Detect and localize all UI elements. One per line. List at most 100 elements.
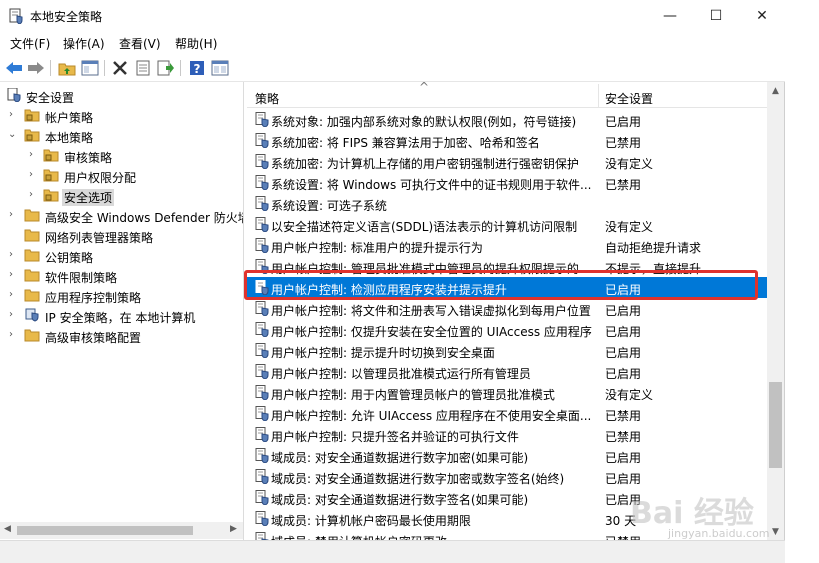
policy-row[interactable]: 用户帐户控制: 将文件和注册表写入错误虚拟化到每用户位置 已启用 (247, 298, 767, 319)
expand-arrow-icon[interactable]: › (9, 269, 19, 281)
policy-setting: 已启用 (605, 325, 642, 339)
scrollbar-thumb[interactable] (769, 382, 782, 468)
menu-bar: 文件(F) 操作(A) 查看(V) 帮助(H) (0, 32, 785, 54)
tree-item-audit-policy[interactable]: › 审核策略 (0, 146, 243, 166)
policy-setting: 已禁用 (605, 136, 642, 150)
expand-arrow-icon[interactable]: › (9, 309, 19, 321)
policy-row[interactable]: 用户帐户控制: 标准用户的提升提示行为 自动拒绝提升请求 (247, 235, 767, 256)
policy-row[interactable]: 系统加密: 为计算机上存储的用户密钥强制进行强密钥保护 没有定义 (247, 151, 767, 172)
policy-item-icon (255, 217, 269, 232)
policy-row[interactable]: 用户帐户控制: 用于内置管理员帐户的管理员批准模式 没有定义 (247, 382, 767, 403)
policy-setting: 已禁用 (605, 533, 641, 540)
show-hide-tree-button[interactable] (80, 58, 100, 78)
policy-row[interactable]: 域成员: 对安全通道数据进行数字加密(如果可能) 已启用 (247, 445, 767, 466)
policy-setting: 没有定义 (605, 157, 654, 171)
tree-item-network-list-manager[interactable]: 网络列表管理器策略 (0, 226, 243, 246)
folder-lock-icon (43, 149, 59, 162)
tree-item-account-policies[interactable]: › 帐户策略 (0, 106, 243, 126)
policy-name: 以安全描述符定义语言(SDDL)语法表示的计算机访问限制 (271, 220, 578, 234)
folder-icon (24, 289, 40, 302)
scroll-right-icon[interactable]: ▶ (230, 524, 237, 534)
expand-arrow-icon[interactable]: › (29, 149, 39, 161)
tree-item-windows-defender-firewall[interactable]: › 高级安全 Windows Defender 防火墙 (0, 206, 244, 226)
policy-item-icon (255, 385, 269, 400)
tree-item-label: 高级安全 Windows Defender 防火墙 (45, 211, 244, 225)
minimize-button[interactable]: — (647, 0, 693, 32)
tree-item-label: IP 安全策略，在 本地计算机 (45, 311, 196, 325)
column-header-setting[interactable]: 安全设置 (605, 90, 653, 107)
scrollbar-thumb[interactable] (17, 526, 193, 535)
policy-row[interactable]: 用户帐户控制: 只提升签名并验证的可执行文件 已禁用 (247, 424, 767, 445)
expand-arrow-icon[interactable]: › (29, 189, 39, 201)
app-shield-icon (9, 8, 23, 24)
collapse-arrow-icon[interactable]: ⌄ (8, 129, 18, 141)
policy-item-icon (255, 238, 269, 253)
policy-name: 用户帐户控制: 标准用户的提升提示行为 (271, 241, 483, 255)
maximize-button[interactable]: ☐ (693, 0, 739, 32)
policy-name: 用户帐户控制: 允许 UIAccess 应用程序在不使用安全桌面... (271, 409, 592, 423)
folder-icon (24, 329, 40, 342)
status-bar (0, 540, 785, 563)
policy-setting: 已启用 (605, 367, 642, 381)
policy-row[interactable]: 域成员: 对安全通道数据进行数字加密或数字签名(始终) 已启用 (247, 466, 767, 487)
local-security-policy-window: 本地安全策略 — ☐ ✕ 文件(F) 操作(A) 查看(V) 帮助(H) ? 安… (0, 0, 785, 563)
menu-file[interactable]: 文件(F) (10, 35, 50, 52)
tree-item-ip-security[interactable]: › IP 安全策略，在 本地计算机 (0, 306, 243, 326)
expand-arrow-icon[interactable]: › (9, 109, 19, 121)
column-header-policy[interactable]: 策略 (255, 90, 279, 107)
folder-icon (24, 229, 40, 242)
tree-item-application-control[interactable]: › 应用程序控制策略 (0, 286, 243, 306)
close-button[interactable]: ✕ (739, 0, 785, 32)
tree-item-public-key-policies[interactable]: › 公钥策略 (0, 246, 243, 266)
expand-arrow-icon[interactable]: › (9, 289, 19, 301)
scroll-left-icon[interactable]: ◀ (4, 524, 11, 534)
expand-arrow-icon[interactable]: › (9, 329, 19, 341)
watermark: Bai 经验 (630, 496, 754, 531)
watermark-url: jingyan.baidu.com (668, 527, 770, 540)
policy-row[interactable]: 用户帐户控制: 仅提升安装在安全位置的 UIAccess 应用程序 已启用 (247, 319, 767, 340)
policy-name: 域成员: 对安全通道数据进行数字加密(如果可能) (271, 451, 529, 465)
column-divider[interactable] (598, 84, 599, 108)
tree-item-advanced-audit[interactable]: › 高级审核策略配置 (0, 326, 243, 346)
view-button[interactable] (210, 58, 230, 78)
policy-name: 系统对象: 加强内部系统对象的默认权限(例如，符号链接) (271, 115, 577, 129)
scroll-up-icon[interactable]: ▲ (767, 82, 784, 99)
expand-arrow-icon[interactable]: › (9, 249, 19, 261)
tree-item-label: 审核策略 (64, 151, 113, 165)
policy-row[interactable]: 用户帐户控制: 以管理员批准模式运行所有管理员 已启用 (247, 361, 767, 382)
menu-help[interactable]: 帮助(H) (175, 35, 217, 52)
toolbar: ? (0, 54, 785, 82)
properties-icon (136, 60, 150, 76)
tree-item-user-rights[interactable]: › 用户权限分配 (0, 166, 243, 186)
forward-button[interactable] (26, 58, 46, 78)
tree-item-security-options[interactable]: › 安全选项 (0, 186, 243, 206)
export-list-button[interactable] (156, 58, 176, 78)
view-icon (211, 60, 229, 76)
policy-name: 用户帐户控制: 以管理员批准模式运行所有管理员 (271, 367, 531, 381)
properties-button[interactable] (133, 58, 153, 78)
help-button[interactable]: ? (187, 58, 207, 78)
policy-row[interactable]: 系统对象: 加强内部系统对象的默认权限(例如，符号链接) 已启用 (247, 109, 767, 130)
menu-view[interactable]: 查看(V) (119, 35, 161, 52)
title-bar: 本地安全策略 — ☐ ✕ (0, 0, 785, 32)
policy-name: 域成员: 计算机帐户密码最长使用期限 (271, 514, 471, 528)
tree-item-software-restriction[interactable]: › 软件限制策略 (0, 266, 243, 286)
back-button[interactable] (4, 58, 24, 78)
maximize-icon: ☐ (709, 8, 723, 24)
expand-arrow-icon[interactable]: › (29, 169, 39, 181)
tree-item-local-policies[interactable]: ⌄ 本地策略 (0, 126, 243, 146)
menu-action[interactable]: 操作(A) (63, 35, 105, 52)
folder-lock-icon (43, 189, 59, 202)
policy-row[interactable]: 系统设置: 将 Windows 可执行文件中的证书规则用于软件... 已禁用 (247, 172, 767, 193)
delete-button[interactable] (110, 58, 130, 78)
expand-arrow-icon[interactable]: › (9, 209, 19, 221)
up-button[interactable] (57, 58, 77, 78)
list-vertical-scrollbar[interactable]: ▲ ▼ (767, 82, 784, 540)
tree-item-security-settings[interactable]: 安全设置 (0, 86, 243, 106)
policy-row[interactable]: 系统加密: 将 FIPS 兼容算法用于加密、哈希和签名 已禁用 (247, 130, 767, 151)
policy-row[interactable]: 以安全描述符定义语言(SDDL)语法表示的计算机访问限制 没有定义 (247, 214, 767, 235)
policy-row[interactable]: 系统设置: 可选子系统 (247, 193, 767, 214)
policy-row[interactable]: 用户帐户控制: 允许 UIAccess 应用程序在不使用安全桌面... 已禁用 (247, 403, 767, 424)
tree-horizontal-scrollbar[interactable]: ◀ ▶ (0, 522, 243, 539)
policy-row[interactable]: 用户帐户控制: 提示提升时切换到安全桌面 已启用 (247, 340, 767, 361)
